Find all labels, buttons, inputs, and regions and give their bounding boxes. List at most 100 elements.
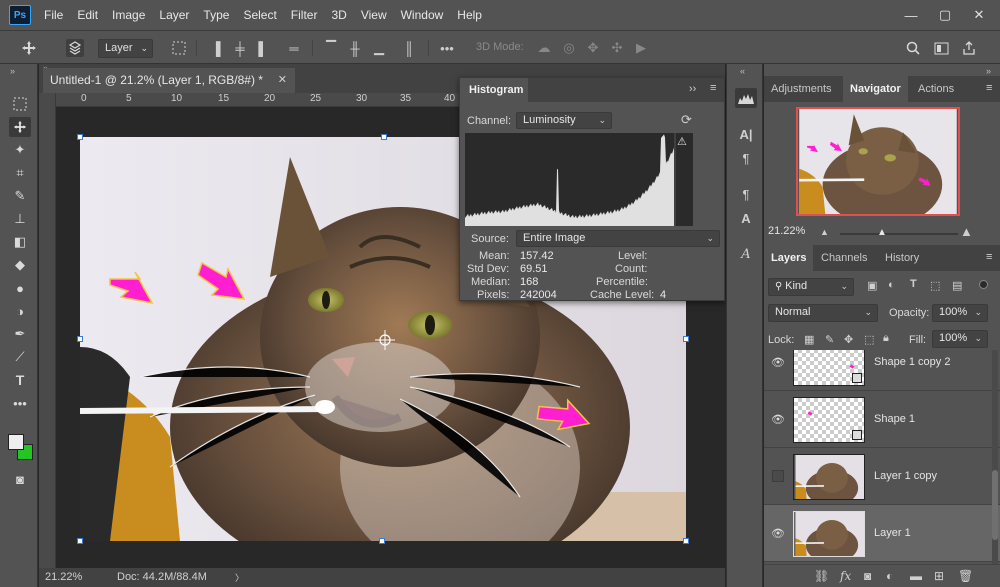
zoom-level[interactable]: 21.22% [45,571,82,583]
marquee-tool-icon[interactable] [9,94,31,114]
layer-thumbnail[interactable] [793,397,865,443]
layer-row-selected[interactable]: 👁︎ Layer 1 [764,505,1000,562]
layers-scrollbar[interactable] [992,350,998,570]
visibility-eye-icon[interactable]: 👁︎ [771,412,785,426]
refresh-icon[interactable]: ⟳ [681,112,692,128]
pen-tool-icon[interactable]: ✒ [9,324,31,344]
transform-handle[interactable] [381,134,387,140]
menu-view[interactable]: View [354,8,394,22]
eraser-tool-icon[interactable]: ◧ [9,232,31,252]
character-styles-icon[interactable]: A [735,208,757,228]
transform-handle[interactable] [683,538,689,544]
layer-row[interactable]: 👁︎ Shape 1 copy 2 [764,350,1000,391]
menu-layer[interactable]: Layer [152,8,196,22]
status-menu-arrow[interactable]: 〉 [235,571,244,584]
tab-history[interactable]: History [878,245,926,271]
align-middle-icon[interactable]: ╫ [346,39,364,57]
navigator-zoom[interactable]: 21.22% [768,225,805,237]
menu-edit[interactable]: Edit [70,8,105,22]
transform-handle[interactable] [379,538,385,544]
adjustment-icon[interactable]: ◐ [886,569,893,583]
panel-menu-icon[interactable]: ≡ [710,82,716,94]
menu-image[interactable]: Image [105,8,152,22]
folder-icon[interactable]: ▬ [910,569,922,583]
close-window-button[interactable]: ✕ [962,0,996,30]
menu-window[interactable]: Window [394,8,451,22]
transform-handle[interactable] [77,134,83,140]
visibility-toggle-off[interactable] [772,470,784,482]
visibility-eye-icon[interactable]: 👁︎ [771,526,785,540]
panel-menu-icon[interactable]: ≡ [986,251,992,263]
distribute-vertical-icon[interactable]: ║ [400,39,418,57]
type-tool-icon[interactable]: T [9,370,31,390]
align-left-icon[interactable]: ▐ [207,39,225,57]
filter-toggle[interactable] [979,280,988,289]
lock-transparent-icon[interactable]: ▦ [804,333,814,346]
zoom-slider-thumb[interactable]: ▲ [877,227,887,238]
blur-tool-icon[interactable]: ● [9,278,31,298]
search-icon[interactable] [904,39,922,57]
fill-field[interactable]: 100% ⌄ [932,330,988,348]
zoom-out-icon[interactable]: ▲ [820,227,829,237]
document-tab[interactable]: Untitled-1 @ 21.2% (Layer 1, RGB/8#) * ✕ [43,68,295,93]
transform-handle[interactable] [77,336,83,342]
navigator-preview[interactable] [796,107,960,216]
dodge-tool-icon[interactable]: ◑ [9,301,31,321]
tab-channels[interactable]: Channels [814,245,874,271]
panel-menu-icon[interactable]: ≡ [986,82,992,94]
filter-adjustment-icon[interactable]: ◐ [888,279,895,291]
collapse-dock-icon[interactable]: » [986,66,991,76]
fx-icon[interactable]: fx [840,569,851,583]
paragraph-styles-icon[interactable]: ¶ [735,184,757,204]
zoom-slider-track[interactable] [840,233,958,235]
foreground-color-swatch-front[interactable] [8,434,24,450]
quick-mask-icon[interactable]: ◙ [9,469,31,489]
menu-filter[interactable]: Filter [284,8,325,22]
align-top-icon[interactable]: ▔ [322,39,340,57]
3d-slide-icon[interactable]: ✣ [608,39,626,57]
maximize-button[interactable]: ▢ [928,0,962,30]
trash-icon[interactable]: 🗑︎ [958,569,973,583]
move-tool-icon[interactable] [9,117,31,137]
3d-orbit-icon[interactable]: ☁ [535,39,553,57]
collapse-icon[interactable]: ›› [689,83,696,95]
align-center-icon[interactable]: ╪ [231,39,249,57]
paragraph-panel-icon[interactable]: ¶ [735,148,757,168]
distribute-horizontal-icon[interactable]: ═ [285,39,303,57]
paint-bucket-tool-icon[interactable]: ◆ [9,255,31,275]
magic-wand-tool-icon[interactable]: ✦ [9,140,31,160]
share-icon[interactable] [960,39,978,57]
menu-help[interactable]: Help [450,8,489,22]
mask-icon[interactable]: ◙ [864,569,871,583]
lock-artboard-icon[interactable]: ⬚ [864,333,874,346]
move-tool-options-icon[interactable] [20,39,38,57]
layer-name[interactable]: Shape 1 copy 2 [874,350,950,391]
tab-histogram[interactable]: Histogram [460,78,528,102]
zoom-in-icon[interactable]: ▲ [960,224,973,239]
tab-navigator[interactable]: Navigator [843,76,908,102]
3d-camera-icon[interactable]: ▶ [632,39,650,57]
character-panel-icon[interactable]: A| [735,124,757,144]
menu-select[interactable]: Select [236,8,283,22]
layer-thumbnail[interactable] [793,454,865,500]
layer-name[interactable]: Layer 1 copy [874,448,937,505]
auto-select-icon[interactable] [66,39,84,57]
tab-actions[interactable]: Actions [911,76,961,102]
layer-row[interactable]: Layer 1 copy [764,448,1000,505]
glyphs-panel-icon[interactable]: A [735,244,757,264]
transform-handle[interactable] [77,538,83,544]
collapse-toolbar-icon[interactable]: » [10,66,15,76]
menu-type[interactable]: Type [196,8,236,22]
filter-pixel-icon[interactable]: ▣ [867,279,877,292]
filter-type-icon[interactable]: T [910,278,917,290]
transform-handle[interactable] [683,336,689,342]
tab-adjustments[interactable]: Adjustments [764,76,839,102]
lock-all-icon[interactable]: 🔒︎ [883,332,889,345]
layer-thumbnail[interactable] [793,350,865,386]
3d-roll-icon[interactable]: ◎ [560,39,578,57]
scrollbar-thumb[interactable] [992,470,998,540]
3d-pan-icon[interactable]: ✥ [584,39,602,57]
menu-3d[interactable]: 3D [324,8,353,22]
new-layer-icon[interactable]: ⊞ [934,569,944,583]
workspace-icon[interactable] [932,39,950,57]
